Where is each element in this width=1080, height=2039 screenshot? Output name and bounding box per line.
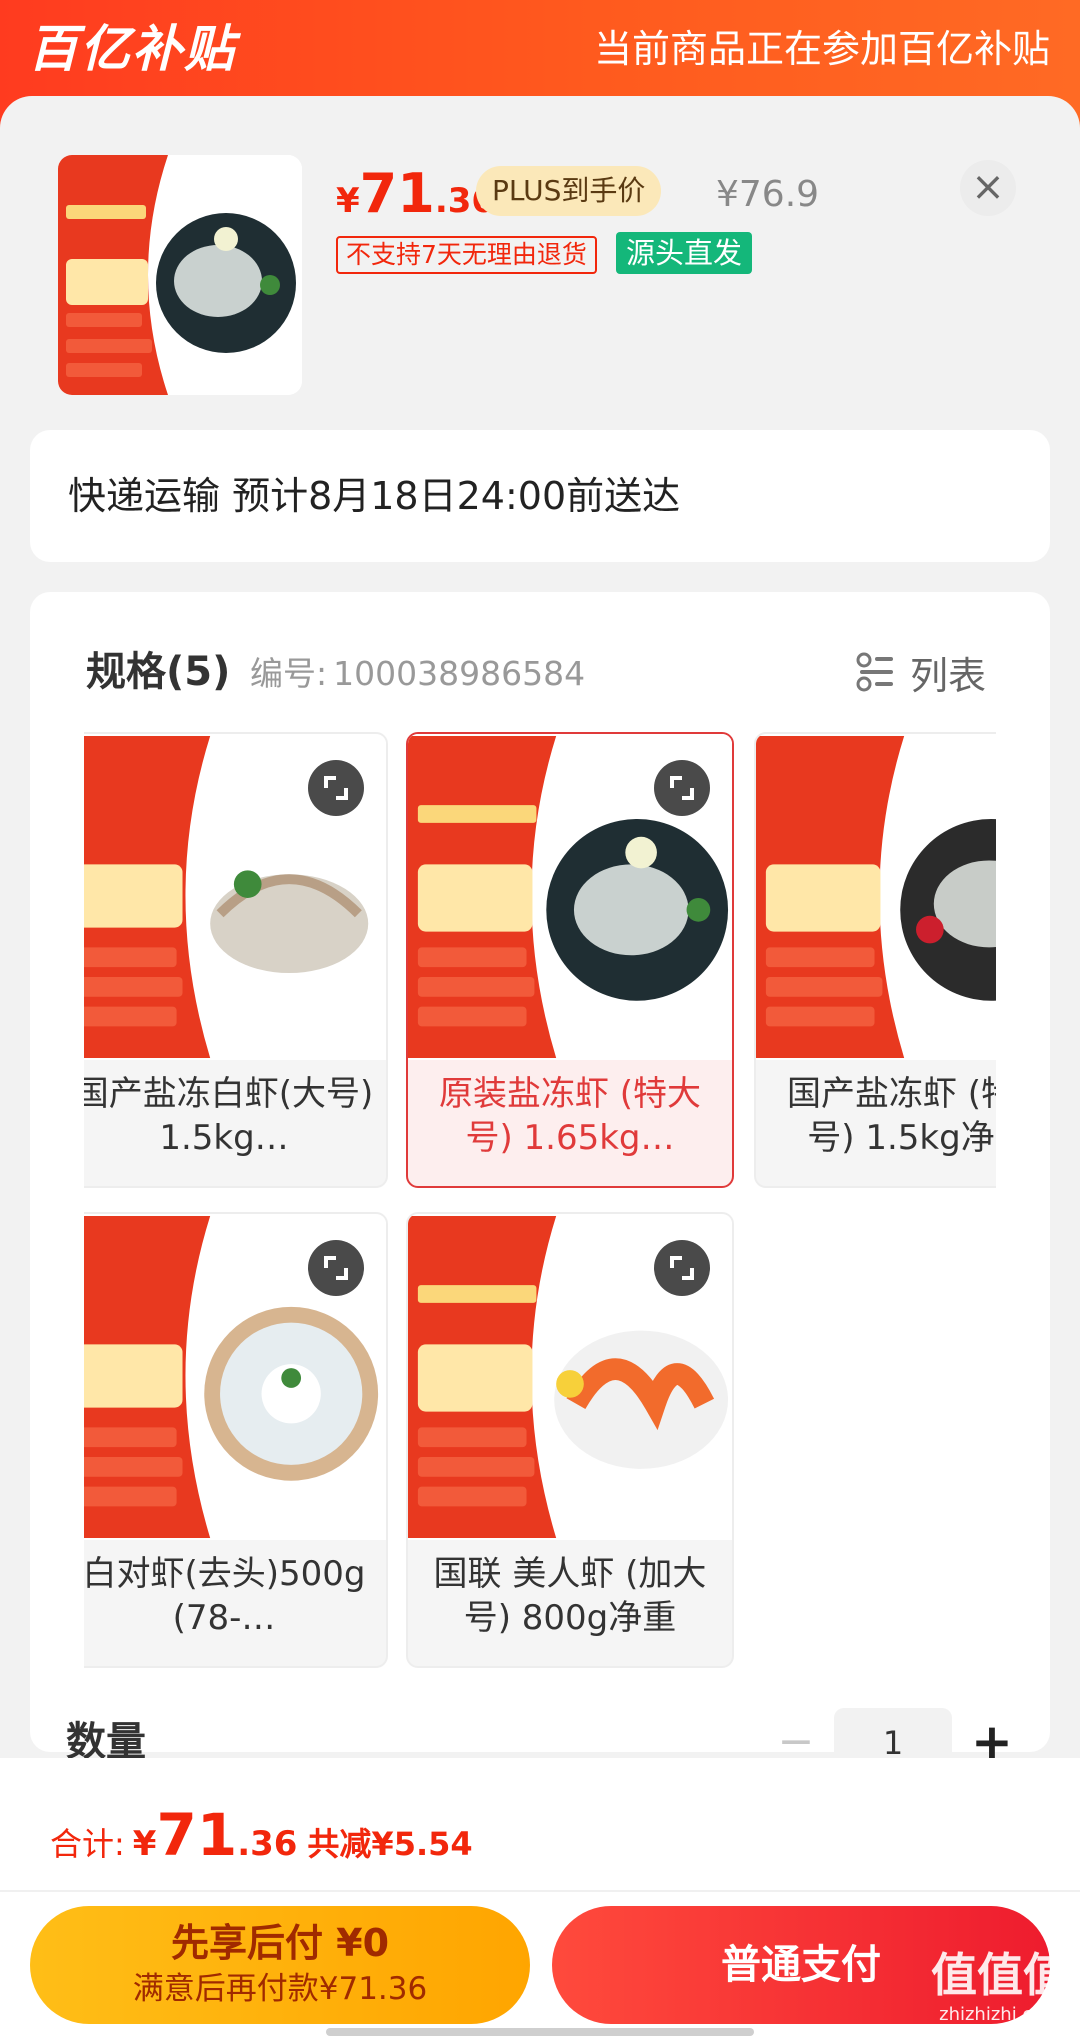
order-total: 合计: ¥71.36 共减¥5.54 <box>50 1800 473 1885</box>
spec-option-name: 国产盐冻白虾(大号) 1.5kg… <box>84 1074 374 1158</box>
home-indicator[interactable] <box>326 2028 754 2036</box>
total-integer: 71 <box>156 1801 238 1869</box>
pay-later-title: 先享后付 ¥0 <box>170 1921 390 1965</box>
spec-option-name: 原装盐冻虾 (特大号) 1.65kg… <box>438 1074 702 1158</box>
watermark-url: zhizhizhi.com <box>939 2004 1061 2025</box>
total-symbol: ¥ <box>132 1824 157 1864</box>
spec-option-image <box>756 734 996 1060</box>
expand-icon[interactable] <box>654 1240 710 1296</box>
watermark-logo: 值值值 <box>931 1948 1069 2002</box>
plus-price-tag: PLUS到手价 <box>476 166 662 216</box>
delivery-card: 快递运输 预计8月18日24:00前送达 <box>30 430 1050 562</box>
spec-option-name: 国产盐冻虾 (特大号) 1.5kg净重 <box>786 1074 996 1158</box>
site-watermark: 值值值 zhizhizhi.com <box>930 1946 1070 2026</box>
spec-code-label: 编号: <box>250 654 328 693</box>
original-price: ¥76.9 <box>716 174 820 215</box>
subsidy-logo: 百亿补贴 <box>28 20 236 78</box>
spec-option-name: 国联 美人虾 (加大号) 800g净重 <box>433 1554 707 1638</box>
subsidy-notice: 当前商品正在参加百亿补贴 <box>593 27 1050 71</box>
pay-later-button[interactable]: 先享后付 ¥0 满意后再付款¥71.36 <box>30 1906 530 2024</box>
list-icon <box>856 652 893 692</box>
source-direct-tag: 源头直发 <box>616 232 753 274</box>
no-return-tag: 不支持7天无理由退货 <box>336 236 597 274</box>
spec-code: 编号: 100038986584 <box>250 648 585 700</box>
total-decimal: .36 <box>237 1824 298 1864</box>
price-symbol: ¥ <box>336 181 360 221</box>
price-integer: 71 <box>359 162 435 225</box>
expand-icon[interactable] <box>308 1240 364 1296</box>
spec-option-card-selected[interactable]: 原装盐冻虾 (特大号) 1.65kg… <box>406 732 734 1188</box>
spec-option-name: 白对虾(去头)500g (78-… <box>84 1554 366 1638</box>
spec-code-number: 100038986584 <box>333 654 586 693</box>
product-thumbnail[interactable] <box>58 155 302 395</box>
spec-grid: 国产盐冻白虾(大号) 1.5kg… 原装盐冻虾 (特大号) 1.65kg… 国产… <box>84 732 996 1672</box>
expand-icon[interactable] <box>654 760 710 816</box>
expand-icon[interactable] <box>308 760 364 816</box>
spec-title: 规格(5) <box>86 649 231 695</box>
spec-option-card[interactable]: 白对虾(去头)500g (78-… <box>84 1212 388 1668</box>
product-image <box>58 155 302 395</box>
expand-arrows-icon <box>324 776 348 800</box>
close-button[interactable]: × <box>960 160 1016 216</box>
expand-arrows-icon <box>670 776 694 800</box>
total-saved: 共减¥5.54 <box>307 1825 473 1863</box>
spec-option-card[interactable]: 国联 美人虾 (加大号) 800g净重 <box>406 1212 734 1668</box>
expand-arrows-icon <box>670 1256 694 1280</box>
list-view-toggle[interactable]: 列表 <box>856 644 986 700</box>
footer-divider <box>0 1890 1080 1892</box>
spec-option-card[interactable]: 国产盐冻白虾(大号) 1.5kg… <box>84 732 388 1188</box>
expand-arrows-icon <box>324 1256 348 1280</box>
delivery-estimate: 快递运输 预计8月18日24:00前送达 <box>68 474 681 518</box>
spec-option-card[interactable]: 国产盐冻虾 (特大号) 1.5kg净重 <box>754 732 996 1188</box>
pay-later-subtitle: 满意后再付款¥71.36 <box>132 1971 428 2007</box>
product-price: ¥71.36 <box>336 158 495 243</box>
list-label: 列表 <box>910 653 987 698</box>
total-label: 合计: <box>50 1825 125 1863</box>
